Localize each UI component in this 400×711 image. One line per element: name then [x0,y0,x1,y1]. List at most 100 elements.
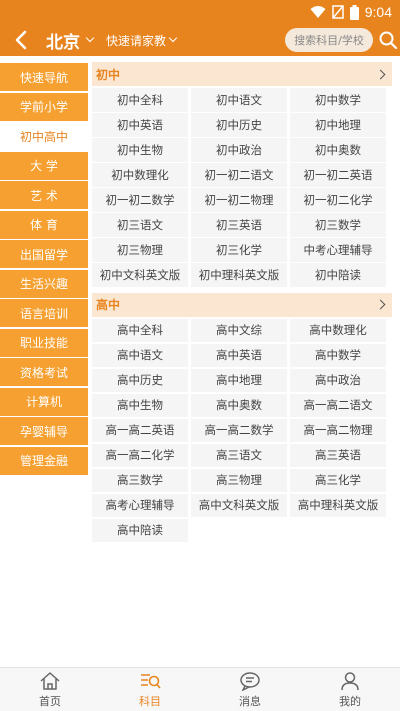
subject-item[interactable]: 高一高二数学 [191,418,287,442]
subject-item[interactable]: 高中生物 [92,393,188,417]
sidebar-item[interactable]: 初中高中 [0,122,88,150]
subject-item[interactable]: 高中历史 [92,368,188,392]
sidebar-item-label: 大 学 [30,159,58,173]
subject-item[interactable]: 高中理科英文版 [290,493,386,517]
subject-item[interactable]: 初中地理 [290,113,386,137]
section-title: 初中 [96,67,121,82]
subject-item[interactable]: 初一初二语文 [191,163,287,187]
subject-item[interactable]: 高一高二化学 [92,443,188,467]
profile-icon [341,671,359,690]
sidebar-item[interactable]: 计算机 [0,387,88,416]
sidebar-item[interactable]: 大 学 [0,151,88,180]
subject-item[interactable]: 初中数学 [290,88,386,112]
subject-item[interactable]: 初中语文 [191,88,287,112]
sidebar-item-label: 体 育 [30,218,58,232]
status-time: 9:04 [364,4,392,20]
city-name: 北京 [46,32,80,53]
subject-item[interactable]: 高三数学 [92,468,188,492]
subject-item[interactable]: 初三数学 [290,213,386,237]
subject-item[interactable]: 高中地理 [191,368,287,392]
quick-tutor-menu[interactable]: 快速请家教 [106,30,178,50]
message-icon [240,671,260,691]
sidebar-item-label: 孕婴辅导 [19,424,68,439]
subject-item[interactable]: 初一初二化学 [290,188,386,212]
subject-item[interactable]: 高三语文 [191,443,287,467]
bottom-tab-bar: 首页 科目 消息 我的 [0,667,400,711]
back-button[interactable] [8,27,34,53]
sidebar-item[interactable]: 职业技能 [0,328,88,357]
sidebar-item[interactable]: 语言培训 [0,299,88,327]
subject-item[interactable]: 高中数理化 [290,318,386,342]
subject-item[interactable]: 高中英语 [191,343,287,367]
chevron-right-icon [375,69,386,79]
subject-item[interactable]: 高一高二物理 [290,418,386,442]
sidebar-item[interactable]: 艺 术 [0,181,88,209]
subject-item[interactable]: 高三物理 [191,468,287,492]
subject-item[interactable]: 初三英语 [191,213,287,237]
section-header[interactable]: 初中 [92,62,392,86]
section-header[interactable]: 高中 [92,292,392,317]
tab-subjects[interactable]: 科目 [100,668,200,711]
subject-item[interactable]: 高中陪读 [92,518,188,542]
subject-item[interactable]: 初中理科英文版 [191,263,287,287]
subject-item[interactable]: 初中文科英文版 [92,263,188,287]
subject-item[interactable]: 初三语文 [92,213,188,237]
tab-messages[interactable]: 消息 [200,668,300,711]
subject-item[interactable]: 高中数学 [290,343,386,367]
subject-item[interactable]: 高中政治 [290,368,386,392]
subject-item[interactable]: 高考心理辅导 [92,493,188,517]
subject-item[interactable]: 初中奥数 [290,138,386,162]
category-sidebar: 快速导航学前小学初中高中大 学艺 术体 育出国留学生活兴趣语言培训职业技能 资格考… [0,56,88,475]
sidebar-item-label: 艺 术 [30,188,58,203]
sidebar-item[interactable]: 管理金融 [0,446,88,475]
subject-item[interactable]: 初中陪读 [290,263,386,287]
sidebar-item[interactable]: 学前小学 [0,92,88,121]
sidebar-item-label: 出国留学 [19,247,68,262]
tab-home[interactable]: 首页 [0,668,100,711]
subject-item[interactable]: 高三化学 [290,468,386,492]
subject-item[interactable]: 高一高二英语 [92,418,188,442]
sidebar-item-label: 管理金融 [19,454,68,468]
back-arrow-icon [15,30,27,50]
subject-item[interactable]: 初中生物 [92,138,188,162]
subject-item[interactable]: 初中英语 [92,113,188,137]
subject-item[interactable]: 高三英语 [290,443,386,467]
sidebar-item-label: 学前小学 [19,100,68,114]
search-button[interactable] [378,30,398,50]
subject-item[interactable]: 初一初二物理 [191,188,287,212]
tab-label: 科目 [139,694,161,708]
tab-label: 我的 [339,694,361,708]
tab-profile[interactable]: 我的 [300,668,400,711]
sidebar-item[interactable]: 孕婴辅导 [0,417,88,445]
sidebar-item[interactable]: 体 育 [0,210,88,239]
sidebar-item[interactable]: 快速导航 [0,63,88,91]
subject-item[interactable]: 初一初二英语 [290,163,386,187]
subject-item[interactable]: 初一初二数学 [92,188,188,212]
search-input[interactable]: 搜索科目/学校 [285,28,373,52]
sidebar-item[interactable]: 出国留学 [0,240,88,268]
subject-item[interactable]: 高中语文 [92,343,188,367]
sidebar-item-label: 语言培训 [19,306,68,321]
sidebar-item[interactable]: 生活兴趣 [0,269,88,298]
subject-item[interactable]: 初中历史 [191,113,287,137]
sidebar-item-label: 计算机 [25,395,62,409]
subject-item[interactable]: 中考心理辅导 [290,238,386,262]
subject-icon [141,673,161,689]
chevron-right-icon [375,299,386,310]
sidebar-item[interactable]: 资格考试 [0,358,88,386]
subject-grid: 高中全科 高中文综 高中数理化高中语文 高中英语 高中数学高中历史 高中地理 高中政治高中生… [92,317,392,542]
city-selector[interactable]: 北京 [46,28,95,53]
subject-item[interactable]: 高一高二语文 [290,393,386,417]
quick-tutor-label: 快速请家教 [106,33,167,48]
subject-item[interactable]: 初中政治 [191,138,287,162]
subject-item[interactable]: 初中全科 [92,88,188,112]
subject-item[interactable]: 高中文综 [191,318,287,342]
subject-item[interactable]: 高中奥数 [191,393,287,417]
subject-item[interactable]: 初三物理 [92,238,188,262]
subject-item[interactable]: 高中全科 [92,318,188,342]
tab-label: 首页 [39,694,61,708]
subject-item[interactable]: 高中文科英文版 [191,493,287,517]
app-bar: 北京 快速请家教 搜索科目/学校 [0,24,400,56]
subject-item[interactable]: 初三化学 [191,238,287,262]
subject-item[interactable]: 初中数理化 [92,163,188,187]
